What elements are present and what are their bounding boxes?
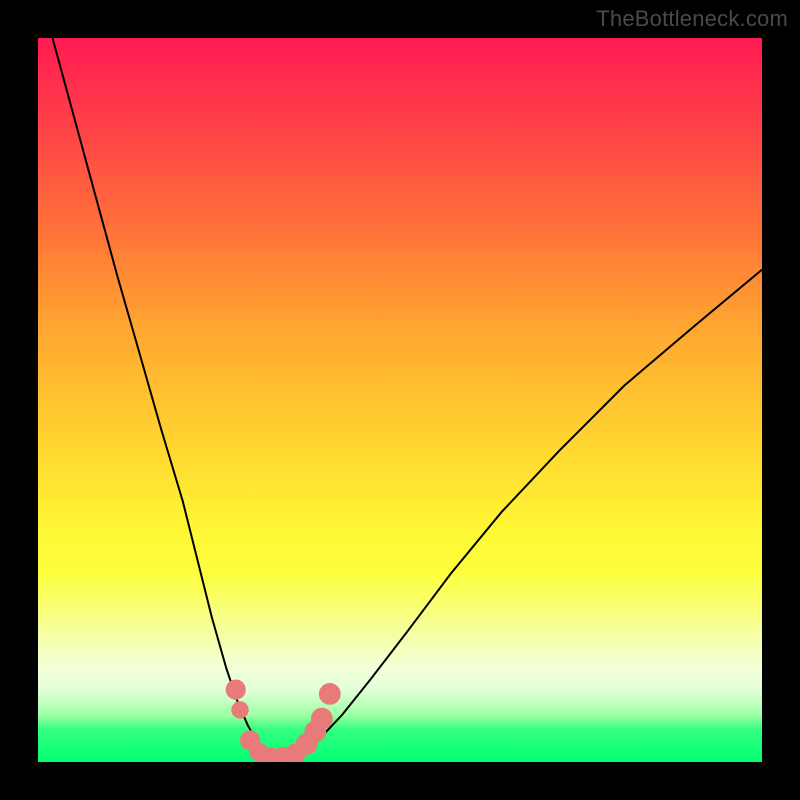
- marker-point: [311, 708, 333, 730]
- marker-point: [226, 680, 246, 700]
- chart-frame: TheBottleneck.com: [0, 0, 800, 800]
- marker-point: [319, 683, 341, 705]
- marker-point: [231, 701, 248, 718]
- chart-svg: [38, 38, 762, 762]
- bottleneck-curve: [53, 38, 763, 761]
- plot-area: [38, 38, 762, 762]
- highlight-points: [226, 680, 341, 763]
- watermark-text: TheBottleneck.com: [596, 6, 788, 32]
